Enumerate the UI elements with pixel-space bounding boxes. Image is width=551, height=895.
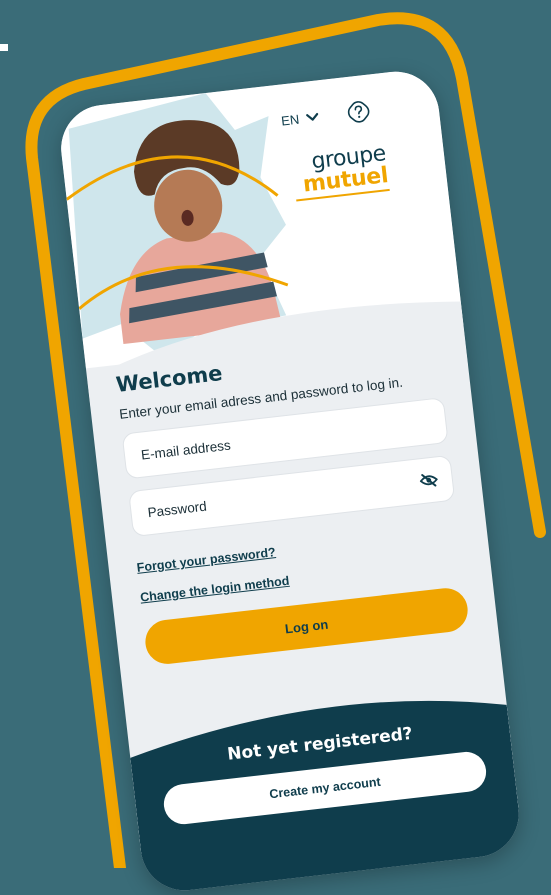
- log-on-button[interactable]: Log on: [143, 585, 470, 667]
- chevron-down-icon: [306, 112, 319, 121]
- password-input[interactable]: [144, 472, 421, 521]
- language-label: EN: [280, 111, 300, 129]
- login-form: Welcome Enter your email adress and pass…: [115, 336, 470, 667]
- eye-off-icon[interactable]: [419, 472, 439, 488]
- language-selector[interactable]: EN: [280, 109, 320, 128]
- email-input[interactable]: [138, 413, 433, 464]
- help-icon[interactable]: [345, 99, 372, 126]
